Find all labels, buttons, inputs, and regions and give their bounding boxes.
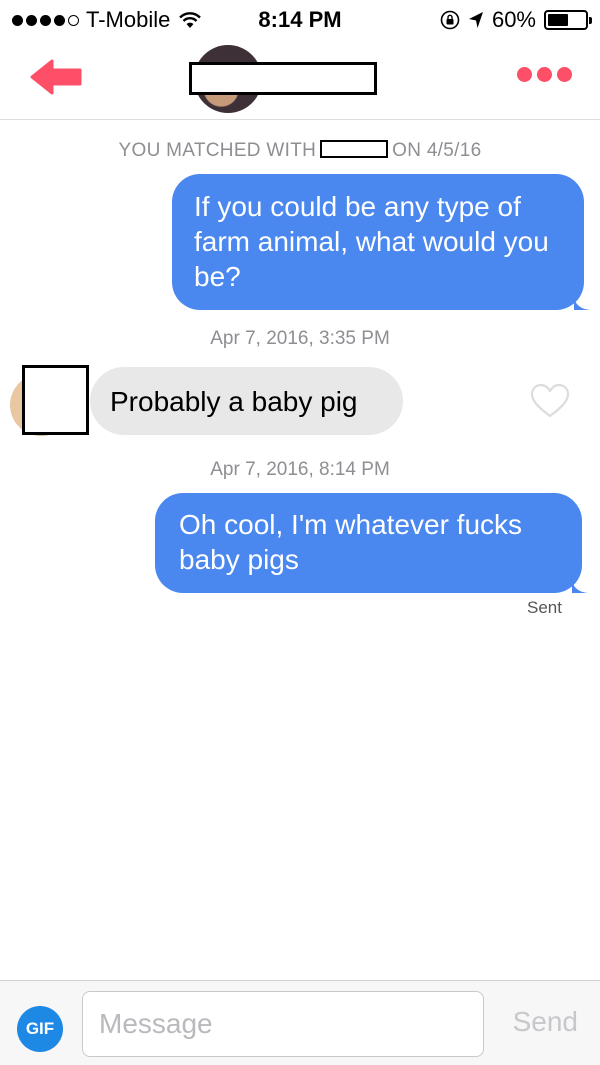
outgoing-message[interactable]: If you could be any type of farm animal,… <box>172 174 590 310</box>
message-timestamp: Apr 7, 2016, 3:35 PM <box>210 328 390 349</box>
location-arrow-icon <box>468 12 483 28</box>
menu-dot <box>537 67 552 82</box>
send-button[interactable]: Send <box>513 1006 578 1038</box>
menu-dot <box>557 67 572 82</box>
incoming-message[interactable]: Probably a baby pig <box>90 367 403 435</box>
status-bar: T-Mobile 8:14 PM 60% <box>0 0 600 40</box>
chat-header <box>0 40 600 120</box>
match-name-redaction <box>320 140 389 158</box>
match-name-redaction <box>189 62 377 95</box>
battery-icon <box>544 10 592 30</box>
heart-icon[interactable] <box>530 383 570 419</box>
rotation-lock-icon <box>440 10 460 30</box>
bubble-tail <box>574 294 590 310</box>
message-text: If you could be any type of farm animal,… <box>194 191 549 292</box>
outgoing-message[interactable]: Oh cool, I'm whatever fucks baby pigs <box>155 493 588 593</box>
more-dots-icon[interactable] <box>517 67 572 82</box>
bubble-tail <box>572 577 588 593</box>
message-text: Probably a baby pig <box>110 386 358 417</box>
menu-dot <box>517 67 532 82</box>
delivery-status: Sent <box>527 598 562 617</box>
battery-tip <box>589 17 592 24</box>
status-right: 60% <box>440 7 592 33</box>
message-composer: GIF Send <box>0 980 600 1065</box>
battery-level <box>548 14 568 26</box>
match-notice-prefix: YOU MATCHED WITH <box>118 140 317 161</box>
match-notice: YOU MATCHED WITH ON 4/5/16 <box>0 140 600 162</box>
back-arrow-icon[interactable] <box>28 57 84 97</box>
message-text: Oh cool, I'm whatever fucks baby pigs <box>179 509 523 575</box>
battery-percent: 60% <box>491 7 536 32</box>
avatar-redaction <box>22 365 89 435</box>
match-notice-date: ON 4/5/16 <box>392 140 482 161</box>
gif-button[interactable]: GIF <box>17 1006 63 1052</box>
message-input[interactable] <box>82 991 484 1057</box>
message-timestamp: Apr 7, 2016, 8:14 PM <box>210 459 390 480</box>
